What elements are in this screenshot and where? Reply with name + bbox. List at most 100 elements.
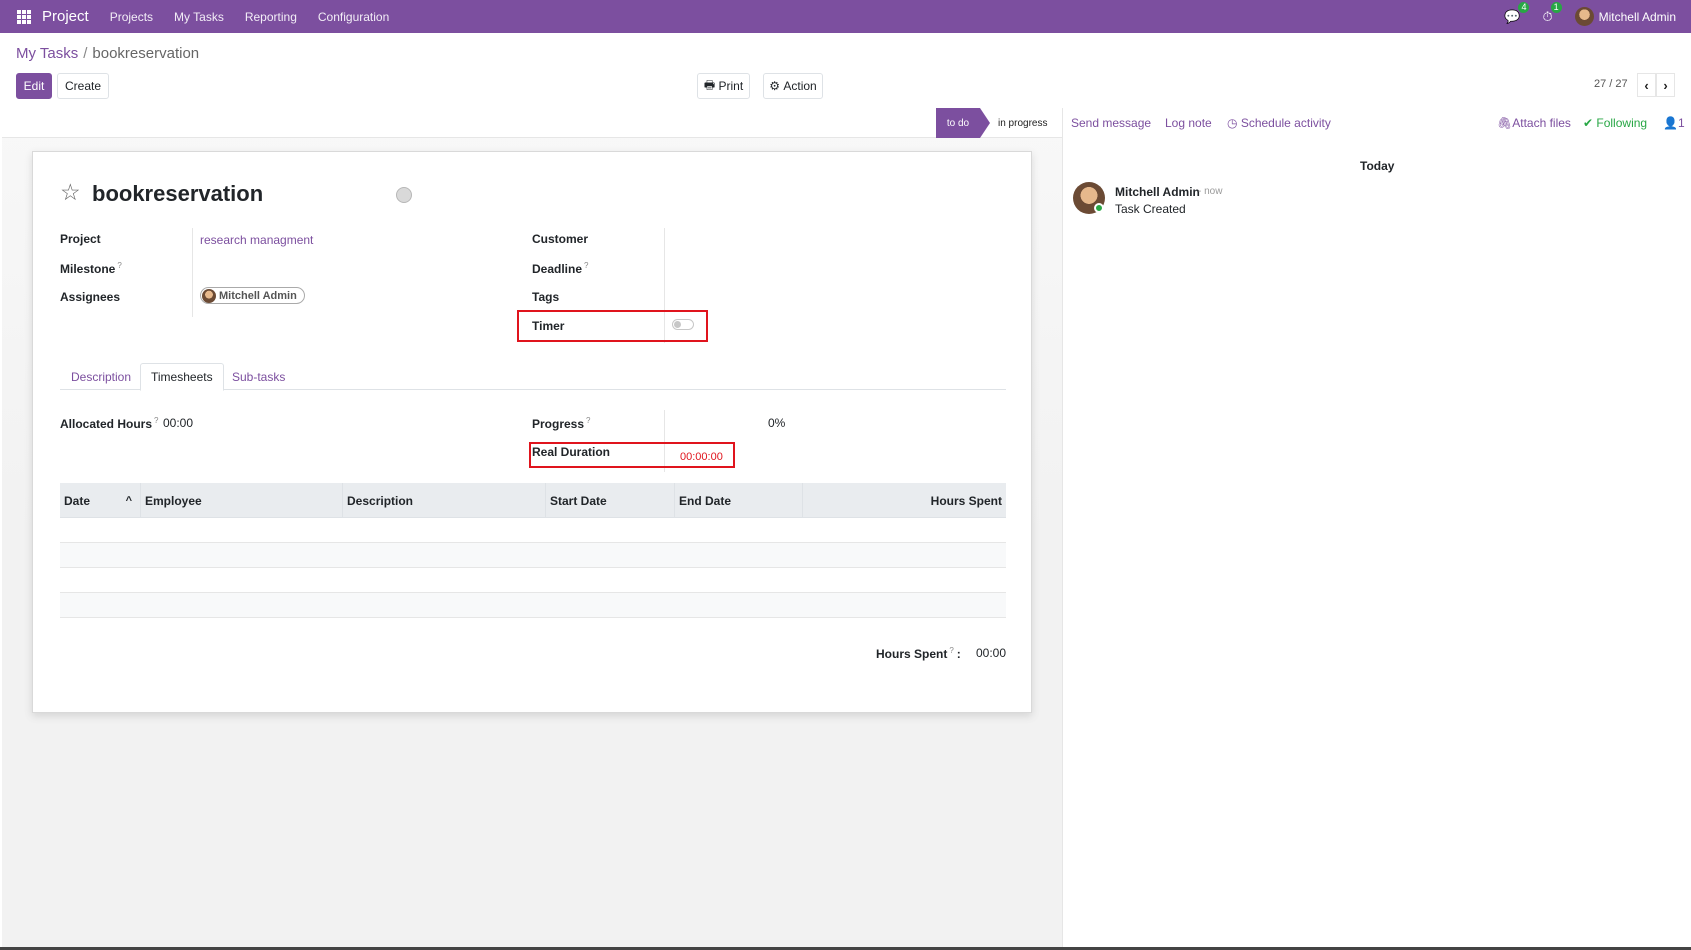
milestone-label-text: Milestone [60, 262, 116, 276]
breadcrumb: My Tasks / bookreservation [16, 45, 199, 62]
attach-files-button[interactable]: 🖇 Attach files [1497, 108, 1571, 138]
column-date-label: Date [64, 493, 91, 508]
sort-ascending-icon: ^ [125, 494, 132, 507]
tab-description[interactable]: Description [61, 363, 141, 391]
chatter-day-separator: Today [1360, 159, 1395, 173]
gear-icon: ⚙ [769, 79, 784, 93]
assignee-name: Mitchell Admin [219, 289, 297, 302]
hours-spent-colon: : [956, 647, 961, 661]
action-button[interactable]: ⚙ Action [763, 73, 823, 99]
nav-projects[interactable]: Projects [110, 10, 153, 24]
column-end-date[interactable]: End Date [675, 483, 803, 518]
deadline-help-icon[interactable]: ? [584, 261, 588, 270]
paperclip-icon: 🖇 [1497, 116, 1513, 130]
followers-button[interactable]: 👤 1 [1663, 108, 1685, 138]
project-value[interactable]: research managment [200, 233, 313, 247]
allocated-hours-label: Allocated Hours? [60, 416, 158, 431]
column-start-date[interactable]: Start Date [546, 483, 675, 518]
pager-value[interactable]: 27 / 27 [1594, 78, 1628, 90]
kanban-state-icon[interactable] [396, 187, 412, 203]
milestone-help-icon[interactable]: ? [117, 261, 121, 270]
action-label: Action [783, 79, 817, 93]
customer-label: Customer [532, 232, 589, 246]
assignee-tag[interactable]: Mitchell Admin [200, 287, 305, 304]
column-date[interactable]: Date ^ [60, 483, 141, 518]
apps-menu-icon[interactable] [17, 9, 31, 24]
breadcrumb-separator: / [83, 45, 88, 62]
real-duration-highlight-box [529, 442, 735, 468]
stage-to-do[interactable]: to do [936, 108, 990, 138]
following-button[interactable]: ✔ Following [1583, 108, 1647, 138]
schedule-activity-button[interactable]: ◷ Schedule activity [1227, 108, 1331, 138]
user-avatar[interactable] [1574, 7, 1594, 26]
allocated-hours-text: Allocated Hours [60, 417, 153, 431]
allocated-hours-value[interactable]: 00:00 [163, 416, 193, 430]
notebook-tabs: Description Timesheets Sub-tasks [60, 363, 1006, 391]
deadline-label-text: Deadline [532, 262, 583, 276]
progress-label-text: Progress [532, 417, 585, 431]
user-menu[interactable]: Mitchell Admin [1599, 10, 1676, 24]
chatter-divider [1062, 108, 1063, 950]
hours-spent-help-icon[interactable]: ? [949, 646, 953, 655]
create-button[interactable]: Create [57, 73, 109, 99]
activities-icon[interactable]: ⏱ 1 [1542, 1, 1562, 25]
pager-next-icon[interactable]: › [1656, 73, 1675, 97]
messages-icon[interactable]: 💬 4 [1504, 1, 1530, 25]
tab-sub-tasks[interactable]: Sub-tasks [222, 363, 295, 391]
status-bar: to do in progress [2, 108, 1062, 138]
star-icon[interactable]: ☆ [60, 179, 81, 206]
left-field-divider [192, 228, 193, 317]
message-author[interactable]: Mitchell Admin [1115, 185, 1200, 199]
assignee-avatar [202, 288, 216, 303]
messages-badge: 4 [1518, 1, 1530, 13]
check-icon: ✔ [1583, 116, 1597, 130]
tab-timesheets[interactable]: Timesheets [140, 363, 224, 391]
user-icon: 👤 [1663, 116, 1678, 130]
task-title[interactable]: bookreservation [92, 181, 263, 207]
tags-label: Tags [532, 290, 560, 304]
navbar-systray: 💬 4 ⏱ 1 Mitchell Admin [1504, 0, 1691, 33]
nav-reporting[interactable]: Reporting [245, 10, 297, 24]
progress-help-icon[interactable]: ? [586, 416, 590, 425]
attach-files-label: Attach files [1512, 116, 1571, 130]
message-time: - now [1198, 186, 1223, 197]
nav-my-tasks[interactable]: My Tasks [174, 10, 224, 24]
stage-in-progress[interactable]: in progress [998, 108, 1047, 138]
breadcrumb-my-tasks[interactable]: My Tasks [16, 45, 78, 62]
milestone-label: Milestone? [60, 261, 122, 276]
column-description[interactable]: Description [343, 483, 546, 518]
send-message-button[interactable]: Send message [1071, 108, 1151, 138]
log-note-button[interactable]: Log note [1165, 108, 1212, 138]
top-navbar: Project Projects My Tasks Reporting Conf… [0, 0, 1691, 33]
edit-button[interactable]: Edit [16, 73, 52, 99]
print-label: Print [718, 79, 744, 93]
breadcrumb-current: bookreservation [92, 45, 200, 62]
nav-configuration[interactable]: Configuration [318, 10, 389, 24]
progress-value: 0% [768, 416, 786, 430]
app-brand[interactable]: Project [42, 8, 89, 25]
column-employee[interactable]: Employee [141, 483, 343, 518]
activities-badge: 1 [1550, 1, 1562, 13]
table-row [60, 593, 1006, 618]
print-icon: 🖶 [703, 77, 719, 92]
table-row [60, 543, 1006, 568]
following-label: Following [1596, 116, 1648, 130]
message-body: Task Created [1115, 202, 1186, 216]
table-row [60, 518, 1006, 543]
timesheet-table-header: Date ^ Employee Description Start Date En… [60, 483, 1006, 518]
clock-icon: ◷ [1227, 116, 1241, 130]
print-button[interactable]: 🖶 Print [697, 73, 750, 99]
deadline-label: Deadline? [532, 261, 588, 276]
project-label: Project [60, 232, 101, 246]
assignees-label: Assignees [60, 290, 121, 304]
progress-label: Progress? [532, 416, 590, 431]
hours-spent-total-text: Hours Spent [876, 647, 948, 661]
table-row [60, 568, 1006, 593]
form-sheet: ☆ bookreservation Project Milestone? Ass… [32, 151, 1032, 713]
hours-spent-total-label: Hours Spent?: [876, 646, 961, 661]
column-hours-spent[interactable]: Hours Spent [803, 483, 1006, 518]
pager-previous-icon[interactable]: ‹ [1637, 73, 1656, 97]
schedule-activity-label: Schedule activity [1240, 116, 1331, 130]
timer-highlight-box [517, 310, 708, 342]
allocated-help-icon[interactable]: ? [154, 416, 158, 425]
